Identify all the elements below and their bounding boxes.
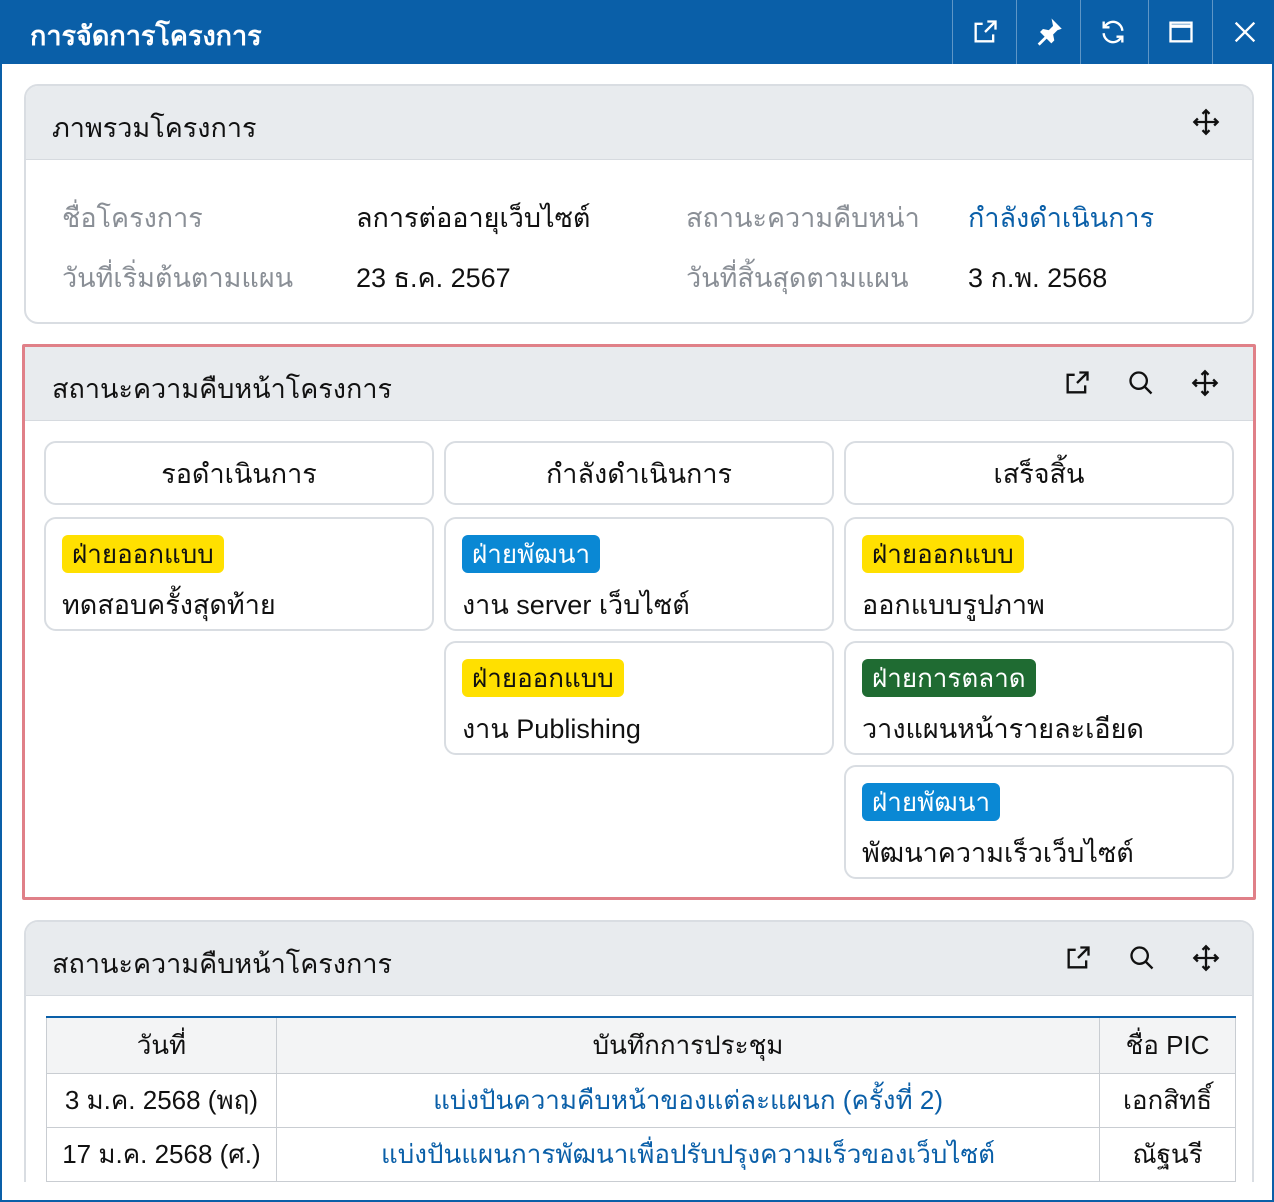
meetings-move-handle[interactable] xyxy=(1190,942,1222,974)
column-header-date[interactable]: วันที่ xyxy=(46,1017,277,1074)
maximize-icon xyxy=(1168,21,1193,43)
close-icon xyxy=(1234,21,1255,43)
task-card[interactable]: ฝ่ายการตลาด วางแผนหน้ารายละเอียด xyxy=(844,641,1234,755)
project-management-window: การจัดการโครงการ ภาพรวมโครงการ ชื่อโครงก… xyxy=(0,0,1274,1202)
department-tag: ฝ่ายการตลาด xyxy=(862,659,1036,697)
kanban-panel-header: สถานะความคืบหน้าโครงการ xyxy=(25,347,1253,421)
kanban-popout-button[interactable] xyxy=(1061,367,1093,399)
meetings-search-button[interactable] xyxy=(1126,942,1158,974)
refresh-button[interactable] xyxy=(1080,0,1144,64)
planned-end-label: วันที่สิ้นสุดตามแผน xyxy=(686,263,909,293)
table-row: 17 ม.ค. 2568 (ศ.) แบ่งปันแผนการพัฒนาเพื่… xyxy=(46,1126,1236,1182)
move-icon xyxy=(1192,108,1220,136)
planned-end-value: 3 ก.พ. 2568 xyxy=(968,263,1108,293)
department-tag: ฝ่ายออกแบบ xyxy=(62,535,224,573)
task-card[interactable]: ฝ่ายออกแบบ ทดสอบครั้งสุดท้าย xyxy=(44,517,434,631)
maximize-button[interactable] xyxy=(1148,0,1212,64)
task-title: ออกแบบรูปภาพ xyxy=(862,590,1045,620)
column-done[interactable]: เสร็จสิ้น xyxy=(844,441,1234,505)
task-card[interactable]: ฝ่ายออกแบบ ออกแบบรูปภาพ xyxy=(844,517,1234,631)
meetings-panel-header: สถานะความคืบหน้าโครงการ xyxy=(26,922,1252,996)
task-card[interactable]: ฝ่ายพัฒนา พัฒนาความเร็วเว็บไซต์ xyxy=(844,765,1234,879)
task-card[interactable]: ฝ่ายออกแบบ งาน Publishing xyxy=(444,641,834,755)
meetings-panel-title: สถานะความคืบหน้าโครงการ xyxy=(52,949,393,979)
task-title: งาน server เว็บไซต์ xyxy=(462,590,690,620)
popout-button[interactable] xyxy=(952,0,1016,64)
column-header-notes[interactable]: บันทึกการประชุม xyxy=(275,1017,1101,1074)
overview-panel-header: ภาพรวมโครงการ xyxy=(26,86,1252,160)
task-title: งาน Publishing xyxy=(462,714,641,744)
kanban-search-button[interactable] xyxy=(1125,367,1157,399)
department-tag: ฝ่ายออกแบบ xyxy=(862,535,1024,573)
task-title: ทดสอบครั้งสุดท้าย xyxy=(62,590,276,620)
project-name-value: ลการต่ออายุเว็บไซต์ xyxy=(356,203,591,233)
overview-panel-title: ภาพรวมโครงการ xyxy=(52,113,257,143)
meeting-pic: เอกสิทธิ์ xyxy=(1099,1072,1236,1128)
kanban-panel-title: สถานะความคืบหน้าโครงการ xyxy=(52,374,393,404)
meeting-pic: ณัฐนรี xyxy=(1099,1126,1236,1182)
column-in-progress[interactable]: กำลังดำเนินการ xyxy=(444,441,834,505)
task-title: พัฒนาความเร็วเว็บไซต์ xyxy=(862,838,1134,868)
task-card[interactable]: ฝ่ายพัฒนา งาน server เว็บไซต์ xyxy=(444,517,834,631)
external-link-icon xyxy=(1066,371,1089,394)
meeting-note-link[interactable]: แบ่งปันความคืบหน้าของแต่ละแผนก (ครั้งที่… xyxy=(275,1072,1101,1128)
kanban-panel: สถานะความคืบหน้าโครงการ รอดำเนินการ กำลั… xyxy=(22,344,1256,900)
department-tag: ฝ่ายออกแบบ xyxy=(462,659,624,697)
move-handle[interactable] xyxy=(1190,106,1222,138)
progress-status-label: สถานะความคืบหน่า xyxy=(686,203,920,233)
window-title: การจัดการโครงการ xyxy=(30,21,262,51)
department-tag: ฝ่ายพัฒนา xyxy=(862,783,1001,821)
external-link-icon xyxy=(1067,946,1090,969)
external-link-icon xyxy=(974,20,997,43)
table-header-row: วันที่ บันทึกการประชุม ชื่อ PIC xyxy=(46,1017,1236,1074)
meetings-table: วันที่ บันทึกการประชุม ชื่อ PIC 3 ม.ค. 2… xyxy=(46,1016,1236,1182)
column-pending[interactable]: รอดำเนินการ xyxy=(44,441,434,505)
move-icon xyxy=(1191,369,1219,397)
project-name-label: ชื่อโครงการ xyxy=(62,203,203,233)
overview-panel: ภาพรวมโครงการ ชื่อโครงการ ลการต่ออายุเว็… xyxy=(24,84,1254,324)
meetings-popout-button[interactable] xyxy=(1062,942,1094,974)
search-icon xyxy=(1129,371,1153,395)
department-tag: ฝ่ายพัฒนา xyxy=(462,535,601,573)
table-row: 3 ม.ค. 2568 (พฤ) แบ่งปันความคืบหน้าของแต… xyxy=(46,1072,1236,1128)
task-title: วางแผนหน้ารายละเอียด xyxy=(862,714,1144,744)
column-header-pic[interactable]: ชื่อ PIC xyxy=(1099,1017,1236,1074)
kanban-move-handle[interactable] xyxy=(1189,367,1221,399)
meeting-date: 3 ม.ค. 2568 (พฤ) xyxy=(46,1072,277,1128)
progress-status-value[interactable]: กำลังดำเนินการ xyxy=(968,196,1154,239)
title-bar: การจัดการโครงการ xyxy=(2,0,1274,64)
move-icon xyxy=(1192,944,1220,972)
pin-button[interactable] xyxy=(1016,0,1080,64)
search-icon xyxy=(1130,946,1154,970)
meetings-panel: สถานะความคืบหน้าโครงการ วันที่ บันทึกการ… xyxy=(24,920,1254,1182)
pin-icon xyxy=(1037,18,1062,46)
meeting-note-link[interactable]: แบ่งปันแผนการพัฒนาเพื่อปรับปรุงความเร็วข… xyxy=(275,1126,1101,1182)
meeting-date: 17 ม.ค. 2568 (ศ.) xyxy=(46,1126,277,1182)
refresh-icon xyxy=(1102,20,1123,44)
planned-start-label: วันที่เริ่มต้นตามแผน xyxy=(62,263,294,293)
close-button[interactable] xyxy=(1212,0,1274,64)
planned-start-value: 23 ธ.ค. 2567 xyxy=(356,263,511,293)
